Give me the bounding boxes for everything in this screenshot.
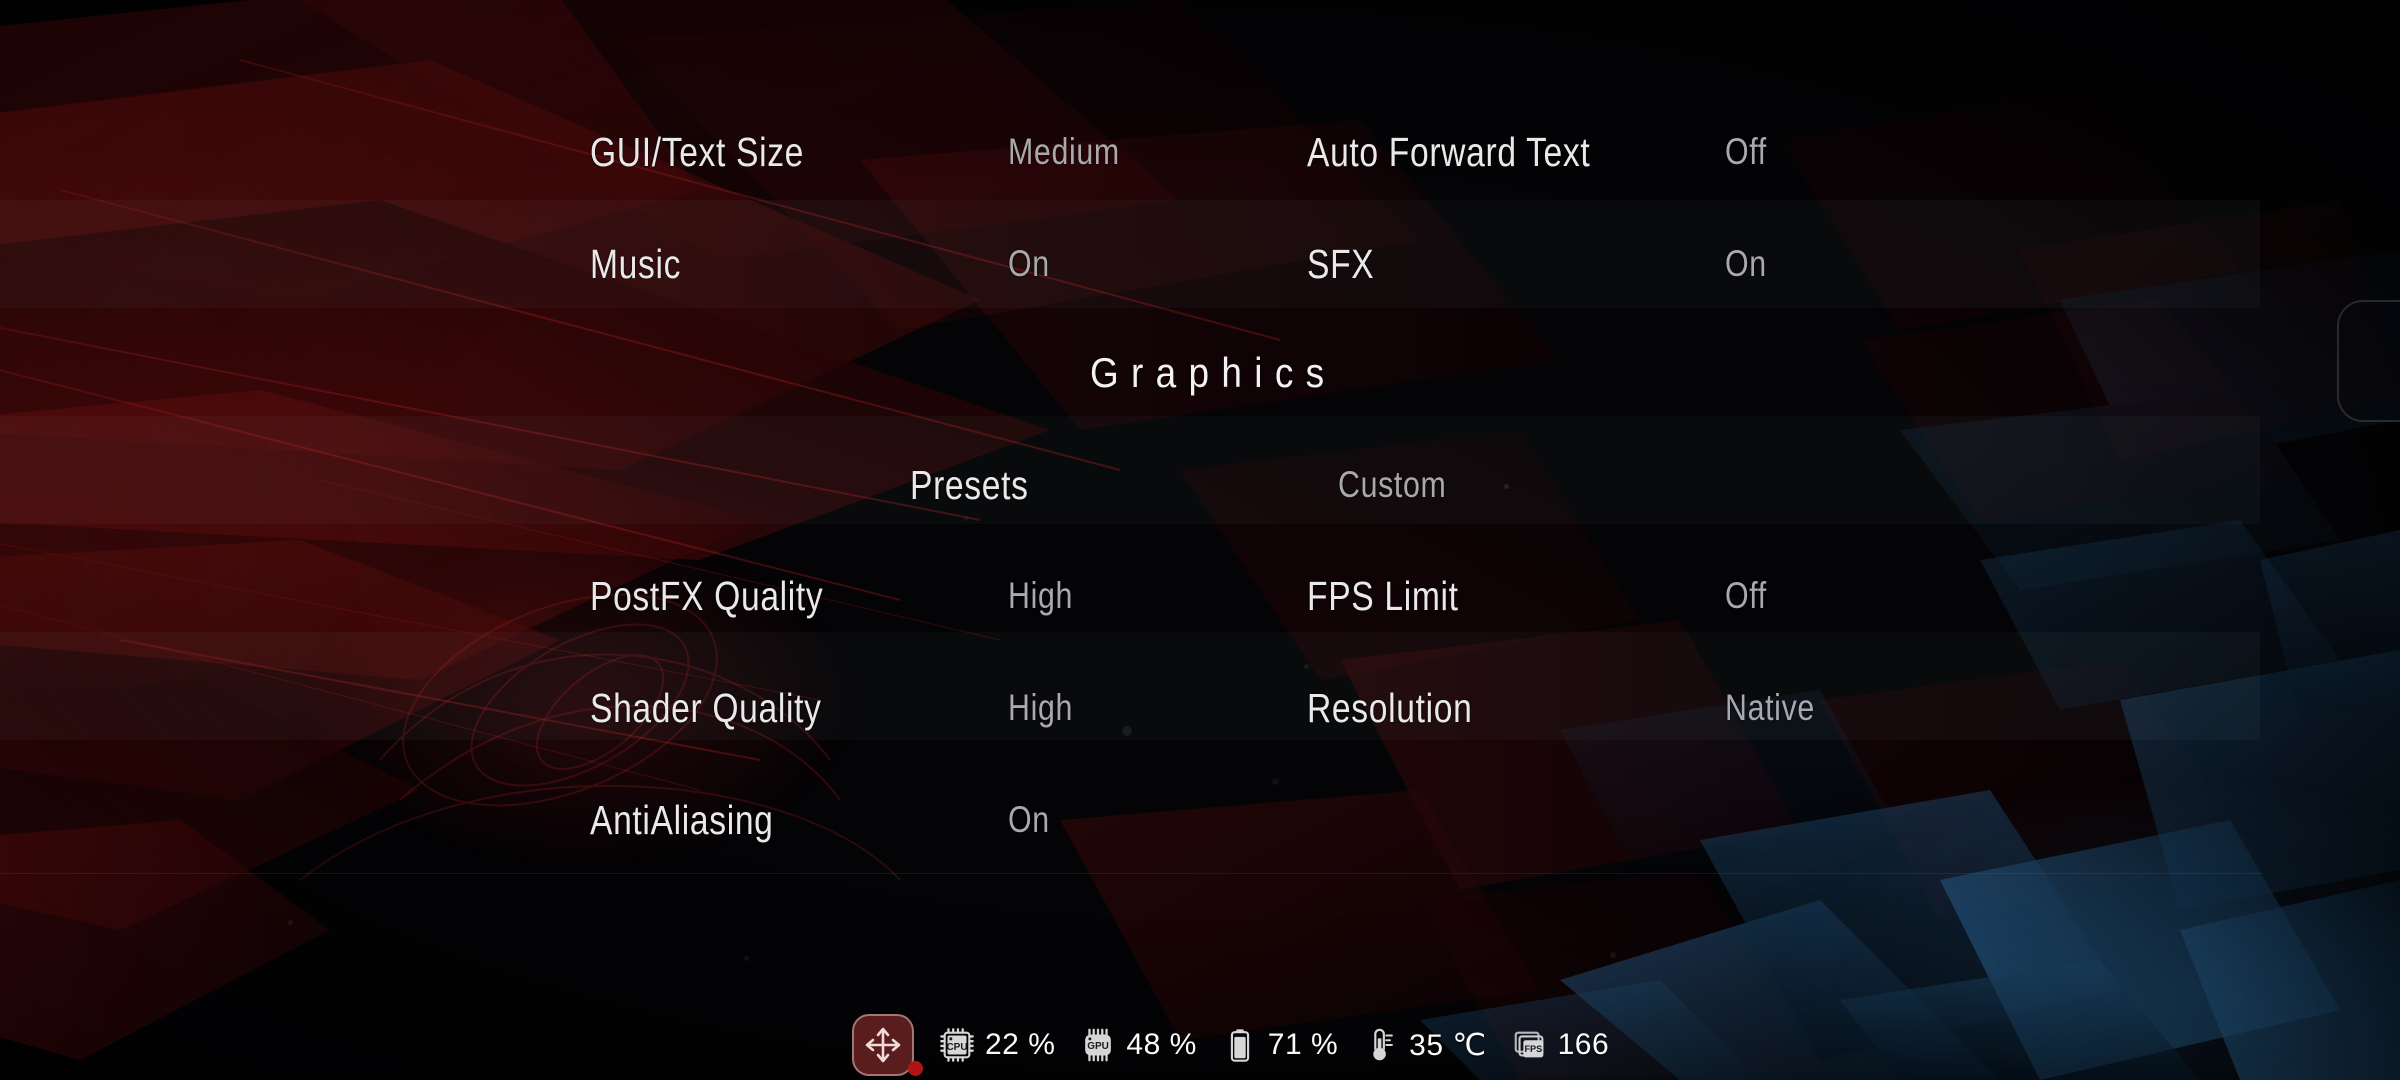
hud-stat-temperature-value: 35 ℃ — [1409, 1028, 1487, 1062]
setting-value-presets[interactable]: Custom — [1338, 455, 1446, 515]
fps-icon: FPS — [1514, 1031, 1543, 1058]
setting-label-resolution[interactable]: Resolution — [1307, 678, 1472, 738]
hud-status-dot — [908, 1061, 923, 1076]
dust-speck — [1304, 664, 1309, 669]
panel-right-edge — [2337, 300, 2400, 422]
dust-speck — [1504, 484, 1509, 489]
hud-stat-fps-value: 166 — [1557, 1028, 1610, 1061]
dust-speck — [1610, 952, 1616, 958]
hud-stat-battery[interactable]: 71 % — [1221, 1026, 1338, 1064]
setting-value-postfx-quality[interactable]: High — [1008, 566, 1073, 626]
setting-value-fps-limit[interactable]: Off — [1725, 566, 1767, 626]
setting-label-antialiasing[interactable]: AntiAliasing — [590, 790, 774, 850]
setting-label-presets[interactable]: Presets — [910, 455, 1029, 515]
section-header-graphics: Graphics — [0, 340, 2400, 406]
hud-move-handle[interactable] — [852, 1014, 923, 1076]
setting-value-antialiasing[interactable]: On — [1008, 790, 1050, 850]
setting-row: Shader Quality High Resolution Native — [0, 678, 2400, 738]
gpu-icon: GPU — [1085, 1028, 1112, 1062]
svg-text:CPU: CPU — [946, 1042, 967, 1053]
dust-speck — [1122, 726, 1132, 736]
setting-row: AntiAliasing On — [0, 790, 2400, 850]
hud-stat-battery-value: 71 % — [1267, 1028, 1339, 1061]
hud-stat-gpu-value: 48 % — [1126, 1028, 1197, 1061]
settings-panel: GUI/Text Size Medium Auto Forward Text O… — [0, 0, 2400, 1080]
hud-stat-cpu[interactable]: CPU 22 % — [938, 1026, 1055, 1064]
move-arrows-icon — [865, 1027, 901, 1063]
svg-text:FPS: FPS — [1524, 1044, 1542, 1054]
dust-speck — [288, 920, 293, 925]
hud-stat-fps[interactable]: FPS 166 — [1511, 1026, 1610, 1064]
section-header-graphics-text: Graphics — [1089, 349, 1337, 396]
setting-label-fps-limit[interactable]: FPS Limit — [1307, 566, 1459, 626]
setting-label-gui-text-size[interactable]: GUI/Text Size — [590, 122, 804, 182]
setting-value-resolution[interactable]: Native — [1725, 678, 1815, 738]
setting-label-postfx-quality[interactable]: PostFX Quality — [590, 566, 823, 626]
setting-label-shader-quality[interactable]: Shader Quality — [590, 678, 822, 738]
setting-value-music[interactable]: On — [1008, 234, 1050, 294]
setting-row: Music On SFX On — [0, 234, 2400, 294]
setting-value-shader-quality[interactable]: High — [1008, 678, 1073, 738]
thermometer-icon — [1373, 1028, 1394, 1061]
setting-value-gui-text-size[interactable]: Medium — [1008, 122, 1120, 182]
cpu-icon: CPU — [940, 1028, 974, 1062]
hud-stat-gpu[interactable]: GPU 48 % — [1079, 1026, 1196, 1064]
setting-label-sfx[interactable]: SFX — [1307, 234, 1374, 294]
setting-row-presets: Presets Custom — [0, 455, 2400, 515]
setting-label-auto-forward-text[interactable]: Auto Forward Text — [1307, 122, 1590, 182]
dust-speck — [744, 956, 749, 961]
hud-stat-cpu-value: 22 % — [985, 1028, 1056, 1061]
setting-value-auto-forward-text[interactable]: Off — [1725, 122, 1767, 182]
setting-value-sfx[interactable]: On — [1725, 234, 1767, 294]
svg-text:GPU: GPU — [1088, 1041, 1110, 1052]
setting-row: PostFX Quality High FPS Limit Off — [0, 566, 2400, 626]
hud-stat-temperature[interactable]: 35 ℃ — [1362, 1026, 1486, 1064]
battery-icon — [1230, 1029, 1249, 1062]
setting-label-music[interactable]: Music — [590, 234, 681, 294]
dust-speck — [964, 516, 969, 521]
setting-row: GUI/Text Size Medium Auto Forward Text O… — [0, 122, 2400, 182]
list-divider — [0, 873, 2263, 874]
dust-speck — [1272, 778, 1279, 785]
performance-hud-overlay: CPU 22 % GPU 48 % 71 % 35 ℃ FPS 166 — [852, 1012, 1609, 1078]
